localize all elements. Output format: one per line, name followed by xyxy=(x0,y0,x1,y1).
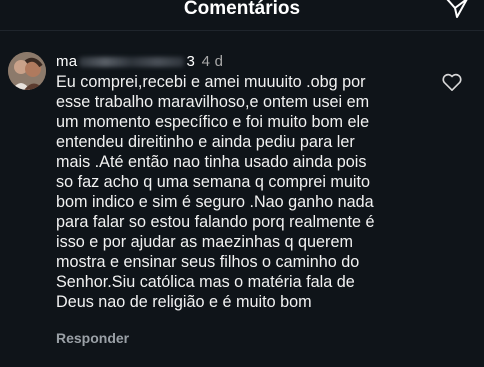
page-title: Comentários xyxy=(183,0,301,19)
username-end: 3 xyxy=(186,53,196,70)
reply-button[interactable]: Responder xyxy=(56,330,129,346)
avatar[interactable] xyxy=(8,52,46,90)
send-icon[interactable] xyxy=(444,0,470,20)
username-start: ma xyxy=(56,53,78,70)
header-divider xyxy=(0,30,484,31)
comment-username[interactable]: ma 3 4 d xyxy=(56,53,223,70)
comment-time: 4 d xyxy=(201,53,224,70)
comment-text: Eu comprei,recebi e amei muuuito .obg po… xyxy=(56,73,375,311)
heart-icon[interactable] xyxy=(441,72,463,92)
header-bar: Comentários xyxy=(0,0,484,30)
avatar-image xyxy=(8,52,46,90)
username-redacted xyxy=(79,57,185,68)
